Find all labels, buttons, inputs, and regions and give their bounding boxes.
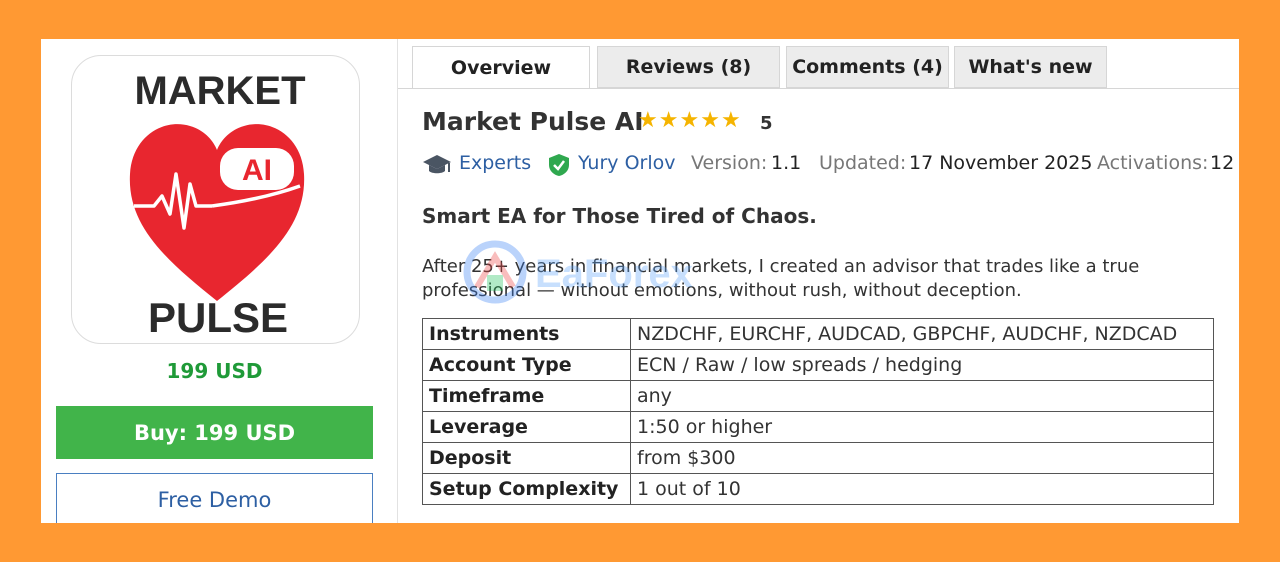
star-icon: ★ [638, 108, 658, 133]
description-heading: Smart EA for Those Tired of Chaos. [422, 204, 817, 228]
specs-table: Instruments NZDCHF, EURCHF, AUDCAD, GBPC… [422, 318, 1214, 505]
spec-value: 1 out of 10 [630, 473, 1214, 505]
updated-label: Updated: [819, 152, 907, 174]
star-icon: ★ [720, 108, 741, 133]
product-logo[interactable]: MARKET AI PULSE [71, 55, 360, 344]
spec-key: Leverage [422, 411, 631, 443]
spec-key: Setup Complexity [422, 473, 631, 505]
tab-reviews[interactable]: Reviews (8) [597, 46, 780, 88]
table-row: Setup Complexity 1 out of 10 [422, 473, 1214, 505]
rating-stars: ★ ★ ★ ★ ★ [638, 110, 742, 132]
logo-text-top: MARKET [134, 69, 305, 113]
tab-underline [398, 88, 1239, 89]
author-link[interactable]: Yury Orlov [578, 152, 675, 174]
table-row: Leverage 1:50 or higher [422, 411, 1214, 443]
logo-text-badge: AI [242, 154, 272, 187]
product-title: Market Pulse AI [422, 107, 644, 136]
verified-shield-icon [548, 153, 570, 182]
column-divider [397, 39, 398, 523]
spec-value: any [630, 380, 1214, 412]
version-value: 1.1 [771, 152, 802, 174]
star-icon: ★ [658, 108, 679, 133]
table-row: Instruments NZDCHF, EURCHF, AUDCAD, GBPC… [422, 318, 1214, 350]
spec-key: Deposit [422, 442, 631, 474]
rating-value: 5 [760, 113, 773, 134]
product-panel: MARKET AI PULSE 199 USD Buy: 199 USD Fre… [41, 39, 1239, 523]
spec-value: 1:50 or higher [630, 411, 1214, 443]
table-row: Account Type ECN / Raw / low spreads / h… [422, 349, 1214, 381]
product-price: 199 USD [166, 359, 263, 383]
description-text: After 25+ years in financial markets, I … [422, 256, 1140, 301]
star-icon: ★ [700, 108, 720, 133]
graduation-cap-icon [422, 152, 452, 183]
updated-value: 17 November 2025 [909, 152, 1093, 174]
activations-label: Activations: [1097, 152, 1209, 174]
version-label: Version: [691, 152, 768, 174]
spec-key: Instruments [422, 318, 631, 350]
category-link[interactable]: Experts [459, 152, 531, 174]
spec-key: Timeframe [422, 380, 631, 412]
logo-text-bottom: PULSE [148, 294, 288, 341]
activations-value: 12 [1210, 152, 1235, 174]
spec-value: NZDCHF, EURCHF, AUDCAD, GBPCHF, AUDCHF, … [630, 318, 1214, 350]
market-pulse-logo-icon: MARKET AI PULSE [129, 69, 306, 341]
spec-key: Account Type [422, 349, 631, 381]
free-demo-button[interactable]: Free Demo [56, 473, 373, 523]
table-row: Deposit from $300 [422, 442, 1214, 474]
table-row: Timeframe any [422, 380, 1214, 412]
star-icon: ★ [679, 108, 700, 133]
tab-whats-new[interactable]: What's new [954, 46, 1107, 88]
tab-comments[interactable]: Comments (4) [786, 46, 949, 88]
tab-overview[interactable]: Overview [412, 46, 590, 89]
spec-value: ECN / Raw / low spreads / hedging [630, 349, 1214, 381]
buy-button[interactable]: Buy: 199 USD [56, 406, 373, 459]
spec-value: from $300 [630, 442, 1214, 474]
